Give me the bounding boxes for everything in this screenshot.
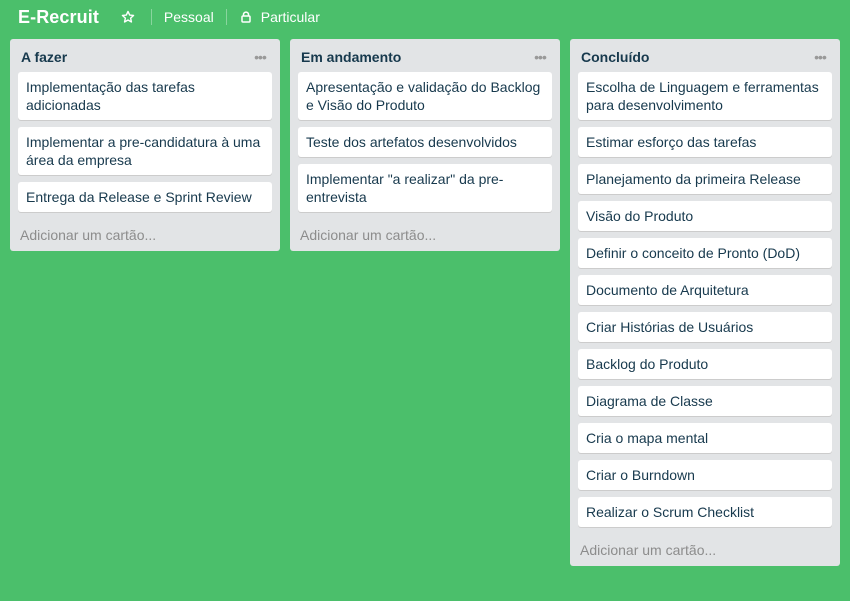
- header-divider: [225, 9, 227, 25]
- list-header: Concluído •••: [570, 39, 840, 72]
- team-button[interactable]: Pessoal: [164, 6, 214, 28]
- card[interactable]: Cria o mapa mental: [578, 423, 832, 453]
- add-card-button[interactable]: Adicionar um cartão...: [570, 533, 840, 566]
- header-divider: [150, 9, 152, 25]
- list-em-andamento: Em andamento ••• Apresentação e validaçã…: [290, 39, 560, 251]
- list-header: Em andamento •••: [290, 39, 560, 72]
- card[interactable]: Realizar o Scrum Checklist: [578, 497, 832, 527]
- card-list: Implementação das tarefas adicionadas Im…: [10, 72, 280, 212]
- list-title[interactable]: Em andamento: [301, 49, 401, 65]
- team-label: Pessoal: [163, 9, 214, 25]
- card[interactable]: Diagrama de Classe: [578, 386, 832, 416]
- visibility-label: Particular: [260, 9, 320, 25]
- list-concluido: Concluído ••• Escolha de Linguagem e fer…: [570, 39, 840, 566]
- card[interactable]: Implementar "a realizar" da pre-entrevis…: [298, 164, 552, 212]
- add-card-button[interactable]: Adicionar um cartão...: [290, 218, 560, 251]
- card[interactable]: Visão do Produto: [578, 201, 832, 231]
- list-title[interactable]: A fazer: [21, 49, 67, 65]
- visibility-button[interactable]: Particular: [239, 6, 320, 28]
- ellipsis-icon[interactable]: •••: [810, 47, 830, 67]
- list-a-fazer: A fazer ••• Implementação das tarefas ad…: [10, 39, 280, 251]
- card[interactable]: Apresentação e validação do Backlog e Vi…: [298, 72, 552, 120]
- card[interactable]: Planejamento da primeira Release: [578, 164, 832, 194]
- ellipsis-icon[interactable]: •••: [530, 47, 550, 67]
- card[interactable]: Implementação das tarefas adicionadas: [18, 72, 272, 120]
- add-card-button[interactable]: Adicionar um cartão...: [10, 218, 280, 251]
- card[interactable]: Entrega da Release e Sprint Review: [18, 182, 272, 212]
- board-title[interactable]: E-Recruit: [18, 7, 99, 28]
- card-list: Apresentação e validação do Backlog e Vi…: [290, 72, 560, 212]
- card[interactable]: Teste dos artefatos desenvolvidos: [298, 127, 552, 157]
- card[interactable]: Documento de Arquitetura: [578, 275, 832, 305]
- card-list: Escolha de Linguagem e ferramentas para …: [570, 72, 840, 527]
- card[interactable]: Definir o conceito de Pronto (DoD): [578, 238, 832, 268]
- card[interactable]: Backlog do Produto: [578, 349, 832, 379]
- card[interactable]: Criar Histórias de Usuários: [578, 312, 832, 342]
- card[interactable]: Implementar a pre-candidatura à uma área…: [18, 127, 272, 175]
- list-header: A fazer •••: [10, 39, 280, 72]
- list-title[interactable]: Concluído: [581, 49, 649, 65]
- card[interactable]: Criar o Burndown: [578, 460, 832, 490]
- board-header: E-Recruit Pessoal Particular: [0, 0, 850, 34]
- lock-icon: [239, 10, 253, 24]
- card[interactable]: Estimar esforço das tarefas: [578, 127, 832, 157]
- card[interactable]: Escolha de Linguagem e ferramentas para …: [578, 72, 832, 120]
- ellipsis-icon[interactable]: •••: [250, 47, 270, 67]
- star-icon[interactable]: [117, 6, 139, 28]
